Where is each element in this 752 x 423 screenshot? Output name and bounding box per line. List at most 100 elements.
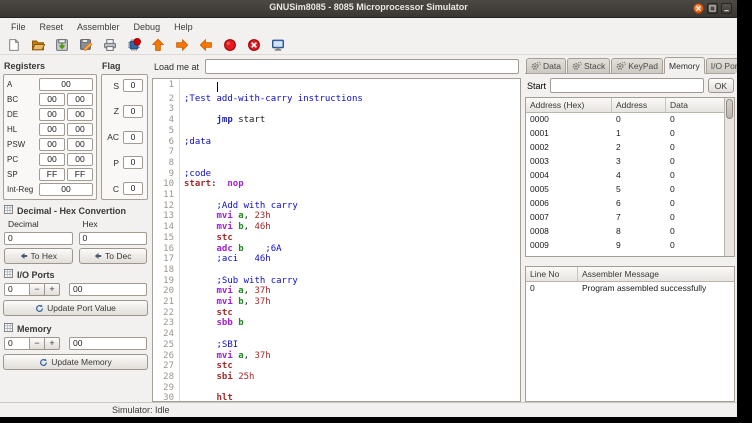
memory-cell: 0 <box>666 239 724 253</box>
go-forward-button[interactable] <box>173 36 190 53</box>
new-file-button[interactable] <box>5 36 22 53</box>
start-address-input[interactable] <box>550 78 704 93</box>
memory-row[interactable]: 000330 <box>526 155 724 169</box>
menu-assembler[interactable]: Assembler <box>70 20 127 34</box>
tab-i-o-ports[interactable]: I/O Ports <box>706 58 737 73</box>
memory-cell: 9 <box>612 239 666 253</box>
forward-arrow-icon <box>175 38 189 52</box>
memory-address-input[interactable]: 0 <box>4 337 30 350</box>
flag-value[interactable]: 0 <box>123 131 143 144</box>
memory-row[interactable]: 000440 <box>526 169 724 183</box>
flag-value[interactable]: 0 <box>123 105 143 118</box>
register-value[interactable]: 00 <box>67 108 93 121</box>
line-number: 1 <box>153 80 180 94</box>
flag-value[interactable]: 0 <box>123 182 143 195</box>
go-up-button[interactable] <box>149 36 166 53</box>
menu-file[interactable]: File <box>4 20 33 34</box>
register-value[interactable]: 00 <box>67 93 93 106</box>
register-value[interactable]: FF <box>67 168 93 181</box>
minimize-button[interactable] <box>721 3 732 14</box>
register-value[interactable]: 00 <box>67 123 93 136</box>
ok-button[interactable]: OK <box>708 78 734 93</box>
show-keypad-button[interactable] <box>269 36 286 53</box>
menu-help[interactable]: Help <box>167 20 200 34</box>
tab-stack[interactable]: Stack <box>567 58 610 73</box>
register-value[interactable]: 00 <box>39 108 65 121</box>
save-button[interactable] <box>53 36 70 53</box>
column-header[interactable]: Assembler Message <box>578 267 734 281</box>
close-button[interactable] <box>693 3 704 14</box>
memory-value-input[interactable]: 00 <box>69 337 147 350</box>
save-as-button[interactable] <box>77 36 94 53</box>
register-value[interactable]: 00 <box>39 138 65 151</box>
code-line-text: start: nop <box>180 179 244 190</box>
flag-value[interactable]: 0 <box>123 156 143 169</box>
decimal-input[interactable]: 0 <box>4 232 73 245</box>
hex-input[interactable]: 0 <box>79 232 148 245</box>
tab-memory[interactable]: Memory <box>664 57 705 74</box>
memory-decrement-button[interactable]: − <box>30 337 45 350</box>
flag-row-ac: AC0 <box>105 131 144 144</box>
register-value[interactable]: 00 <box>39 123 65 136</box>
code-line: 13 mvi a, 23h <box>153 211 520 222</box>
column-header[interactable]: Data <box>666 98 724 112</box>
close-icon <box>695 5 702 12</box>
message-row[interactable]: 0Program assembled successfully <box>526 282 734 296</box>
flag-value[interactable]: 0 <box>123 79 143 92</box>
memory-row[interactable]: 000660 <box>526 197 724 211</box>
register-value[interactable]: 00 <box>67 138 93 151</box>
go-back-button[interactable] <box>197 36 214 53</box>
code-line: 10start: nop <box>153 179 520 190</box>
tab-keypad[interactable]: KeyPad <box>611 58 663 73</box>
column-header[interactable]: Address <box>612 98 666 112</box>
start-record-button[interactable] <box>221 36 238 53</box>
memory-row[interactable]: 000110 <box>526 127 724 141</box>
memory-row[interactable]: 000880 <box>526 225 724 239</box>
menu-reset[interactable]: Reset <box>33 20 71 34</box>
converter-section: Decimal Hex 0 0 To Hex To Dec <box>3 219 148 264</box>
memory-row[interactable]: 000990 <box>526 239 724 253</box>
memory-row[interactable]: 000220 <box>526 141 724 155</box>
code-line: 29 <box>153 383 520 394</box>
memory-cell: 0009 <box>526 239 612 253</box>
memory-row[interactable]: 000550 <box>526 183 724 197</box>
register-value[interactable]: 00 <box>39 183 93 196</box>
open-file-button[interactable] <box>29 36 46 53</box>
load-address-input[interactable] <box>205 59 519 74</box>
memory-increment-button[interactable]: + <box>45 337 60 350</box>
back-arrow-icon <box>199 38 213 52</box>
to-dec-button[interactable]: To Dec <box>79 248 148 264</box>
code-editor[interactable]: 1 2;Test add-with-carry instructions34 j… <box>152 78 521 402</box>
assemble-button[interactable] <box>125 36 142 53</box>
column-header[interactable]: Line No <box>526 267 578 281</box>
register-value[interactable]: 00 <box>67 153 93 166</box>
flag-title: Flag <box>102 61 121 71</box>
memory-scrollbar[interactable] <box>724 98 734 256</box>
register-value[interactable]: 00 <box>39 93 65 106</box>
right-tabs: DataStackKeyPadMemoryI/O Ports <box>525 56 735 74</box>
register-value[interactable]: 00 <box>39 78 93 91</box>
port-increment-button[interactable]: + <box>45 283 60 296</box>
update-memory-button[interactable]: Update Memory <box>3 354 148 370</box>
titlebar[interactable]: GNUSim8085 - 8085 Microprocessor Simulat… <box>0 0 737 18</box>
memory-scrollbar-thumb[interactable] <box>726 99 733 119</box>
maximize-button[interactable] <box>707 3 718 14</box>
print-button[interactable] <box>101 36 118 53</box>
to-hex-button[interactable]: To Hex <box>4 248 73 264</box>
port-value-input[interactable]: 00 <box>69 283 147 296</box>
code-line: 3 <box>153 104 520 115</box>
line-number: 8 <box>153 158 180 169</box>
port-address-input[interactable]: 0 <box>4 283 30 296</box>
column-header[interactable]: Address (Hex) <box>526 98 612 112</box>
register-value[interactable]: FF <box>39 168 65 181</box>
register-value[interactable]: 00 <box>39 153 65 166</box>
memory-row[interactable]: 000770 <box>526 211 724 225</box>
update-port-value-label: Update Port Value <box>47 303 116 313</box>
code-line-text: sbi 25h <box>180 372 254 383</box>
port-decrement-button[interactable]: − <box>30 283 45 296</box>
menu-debug[interactable]: Debug <box>127 20 168 34</box>
stop-button[interactable] <box>245 36 262 53</box>
tab-data[interactable]: Data <box>526 58 566 73</box>
update-port-value-button[interactable]: Update Port Value <box>3 300 148 316</box>
memory-row[interactable]: 000000 <box>526 113 724 127</box>
